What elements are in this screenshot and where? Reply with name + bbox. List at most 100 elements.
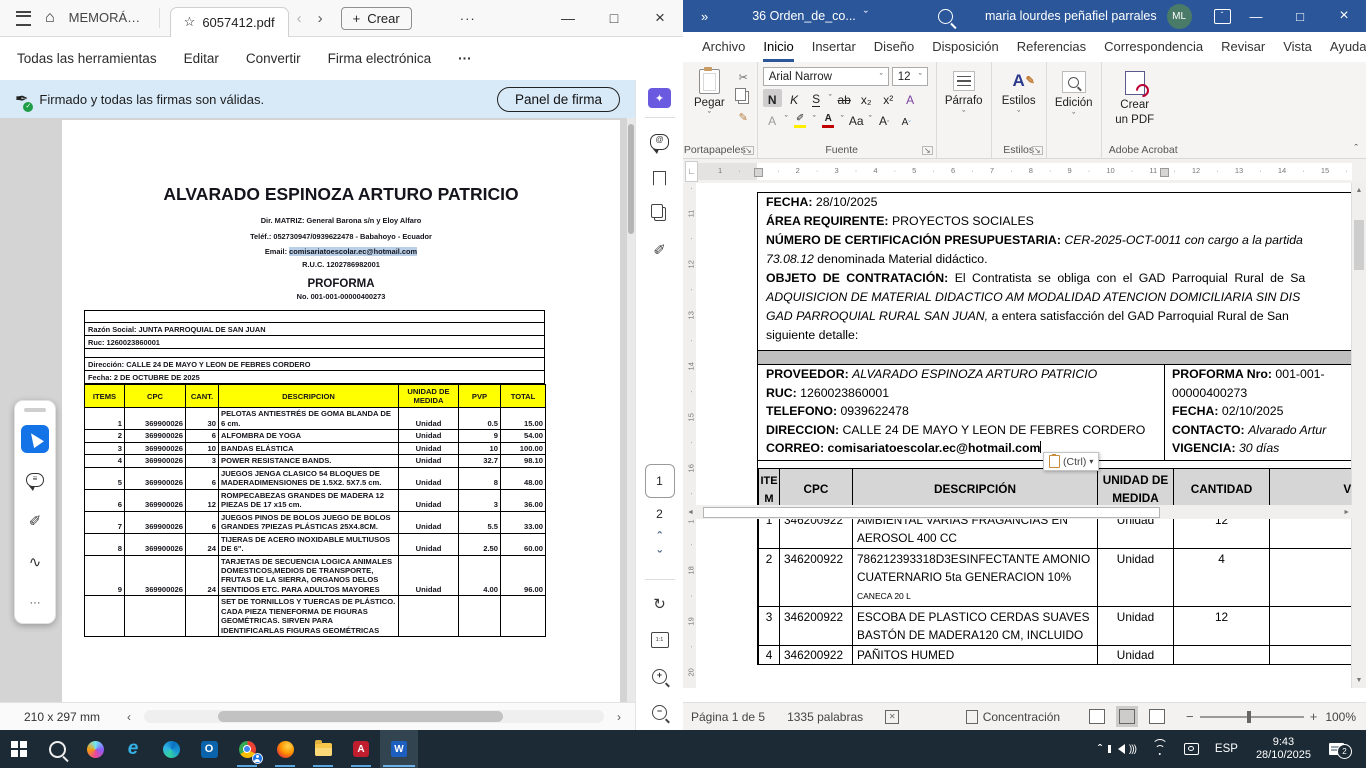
menu-convert[interactable]: Convertir <box>246 51 301 66</box>
tab-revisar[interactable]: Revisar <box>1212 39 1274 62</box>
menu-all-tools[interactable]: Todas las herramientas <box>17 51 157 66</box>
zoom-out-icon[interactable]: − <box>1186 709 1194 724</box>
zoom-slider-handle[interactable] <box>1247 711 1251 723</box>
pdf-vertical-scrollbar[interactable] <box>627 118 635 702</box>
menu-edit[interactable]: Editar <box>184 51 219 66</box>
pdf-horizontal-scrollbar[interactable] <box>144 710 604 723</box>
tab-correspondencia[interactable]: Correspondencia <box>1095 39 1212 62</box>
rotate-page-icon[interactable]: ↻ <box>653 586 666 622</box>
next-page-icon[interactable]: ˇ <box>657 551 661 561</box>
bookmarks-panel-icon[interactable] <box>653 160 666 196</box>
menu-esign[interactable]: Firma electrónica <box>328 51 432 66</box>
acrobat-taskbar-button[interactable]: A <box>342 730 380 768</box>
meet-now-icon[interactable] <box>1176 730 1207 768</box>
bold-button[interactable]: N <box>763 89 782 107</box>
cut-icon[interactable]: ✂ <box>735 70 752 85</box>
superscript-button[interactable]: x² <box>879 89 898 107</box>
nav-back-icon[interactable]: ‹ <box>289 10 310 27</box>
focus-mode-button[interactable]: Concentración <box>983 710 1060 724</box>
underline-button[interactable]: S <box>807 89 826 107</box>
print-layout-icon[interactable] <box>1119 709 1135 724</box>
shrink-font-button[interactable]: Aˇ <box>897 110 916 128</box>
highlight-color-button[interactable]: ✐ <box>791 110 810 128</box>
notification-center-button[interactable]: 2 <box>1321 730 1366 768</box>
start-button[interactable] <box>0 730 38 768</box>
internet-explorer-button[interactable]: e <box>114 730 152 768</box>
change-case-button[interactable]: Aa <box>847 110 866 128</box>
close-button[interactable]: × <box>637 8 683 28</box>
more-tools-button[interactable]: ··· <box>21 589 49 617</box>
italic-button[interactable]: K <box>785 89 804 107</box>
font-dialog-launcher-icon[interactable]: ↘ <box>922 146 933 155</box>
paragraph-button[interactable]: Párrafo ˇ <box>942 67 986 142</box>
page-indicator[interactable]: Página 1 de 5 <box>691 710 765 724</box>
minimize-button[interactable]: — <box>545 10 591 26</box>
word-vertical-scrollbar[interactable]: ▲ ▼ <box>1351 183 1366 688</box>
hamburger-menu-icon[interactable] <box>16 11 31 26</box>
menu-more-icon[interactable]: ··· <box>458 51 472 66</box>
indent-marker-right[interactable] <box>1160 168 1169 177</box>
highlight-tool-button[interactable]: ✐ <box>21 507 49 535</box>
close-button[interactable]: × <box>1322 7 1366 25</box>
maximize-button[interactable]: □ <box>591 10 637 26</box>
tab-6057412-pdf[interactable]: ☆ 6057412.pdf <box>170 7 289 37</box>
pdf-viewport[interactable]: ALVARADO ESPINOZA ARTURO PATRICIO Dir. M… <box>0 118 635 702</box>
indent-marker[interactable] <box>754 168 763 177</box>
avatar[interactable]: ML <box>1167 4 1192 29</box>
word-page[interactable]: FECHA: 28/10/2025 ÁREA REQUIRENTE: PROYE… <box>696 183 1366 688</box>
strikethrough-button[interactable]: ab <box>835 89 854 107</box>
scroll-right-icon[interactable]: ► <box>1339 509 1354 516</box>
file-explorer-button[interactable] <box>304 730 342 768</box>
horizontal-ruler[interactable]: 1 · 1 · 2 · 3 · 4 · 5 · 6 · 7 · 8 · 9 · … <box>698 163 1352 180</box>
styles-button[interactable]: A✎ Estilos ˇ <box>997 67 1041 142</box>
volume-icon[interactable]: ))) <box>1110 730 1144 768</box>
clear-formatting-button[interactable]: A <box>901 89 920 107</box>
document-title[interactable]: 36 Orden_de_co... ˇ <box>752 9 868 23</box>
ribbon-display-options-icon[interactable]: ˆ <box>1214 9 1231 24</box>
previous-page-icon[interactable]: ˆ <box>657 532 661 542</box>
font-size-select[interactable]: 12ˇ <box>892 67 928 86</box>
document-canvas[interactable]: 20 · 19 · 18 · 17 · 16 · 15 · 14 · 13 · … <box>683 183 1366 688</box>
zoom-slider[interactable] <box>1200 716 1304 718</box>
home-icon[interactable]: ⌂ <box>45 9 55 27</box>
font-color-button[interactable]: A <box>819 110 838 128</box>
scrollbar-thumb[interactable] <box>1354 220 1364 270</box>
select-tool-button[interactable] <box>21 425 49 453</box>
tab-ayuda[interactable]: Ayuda <box>1321 39 1366 62</box>
tab-insertar[interactable]: Insertar <box>803 39 865 62</box>
subscript-button[interactable]: x₂ <box>857 89 876 107</box>
web-layout-icon[interactable] <box>1149 709 1165 724</box>
maximize-button[interactable]: □ <box>1278 9 1322 24</box>
account-name[interactable]: maria lourdes peñafiel parrales <box>985 9 1157 23</box>
tab-archivo[interactable]: Archivo <box>683 39 754 62</box>
copilot-button[interactable] <box>76 730 114 768</box>
nav-forward-icon[interactable]: › <box>310 10 331 27</box>
collapse-ribbon-icon[interactable]: ˆ <box>1354 143 1358 155</box>
clock[interactable]: 9:43 28/10/2025 <box>1246 736 1321 762</box>
tab-inicio[interactable]: Inicio <box>754 39 802 62</box>
tab-referencias[interactable]: Referencias <box>1008 39 1095 62</box>
scroll-left-icon[interactable]: ◄ <box>683 509 698 516</box>
chrome-button[interactable] <box>228 730 266 768</box>
actual-size-icon[interactable]: 1:1 <box>651 622 669 658</box>
comments-panel-icon[interactable]: @ <box>650 124 669 160</box>
vertical-ruler[interactable]: 20 · 19 · 18 · 17 · 16 · 15 · 14 · 13 · … <box>683 183 696 688</box>
minimize-button[interactable]: — <box>1234 9 1278 24</box>
tab-selector[interactable]: ∟ <box>685 161 698 182</box>
signature-panel-button[interactable]: Panel de firma <box>497 87 620 112</box>
create-pdf-button[interactable]: Crear un PDF <box>1107 67 1163 142</box>
scrollbar-thumb[interactable] <box>218 711 503 722</box>
star-icon[interactable]: ☆ <box>184 14 196 30</box>
draw-tool-button[interactable]: ∿ <box>21 548 49 576</box>
tab-disposicion[interactable]: Disposición <box>923 39 1007 62</box>
drag-handle[interactable] <box>24 408 46 412</box>
ai-assistant-icon[interactable]: ✦ <box>648 88 671 108</box>
proofing-errors-icon[interactable]: ✕ <box>885 710 899 724</box>
word-count[interactable]: 1335 palabras <box>787 710 863 724</box>
edge-button[interactable] <box>152 730 190 768</box>
scroll-up-icon[interactable]: ▲ <box>1352 187 1366 194</box>
search-icon[interactable] <box>938 9 953 24</box>
word-taskbar-button[interactable]: W <box>380 730 418 768</box>
hidden-icons-chevron[interactable]: ˆ <box>1090 730 1110 768</box>
create-button[interactable]: + Crear <box>341 7 412 30</box>
